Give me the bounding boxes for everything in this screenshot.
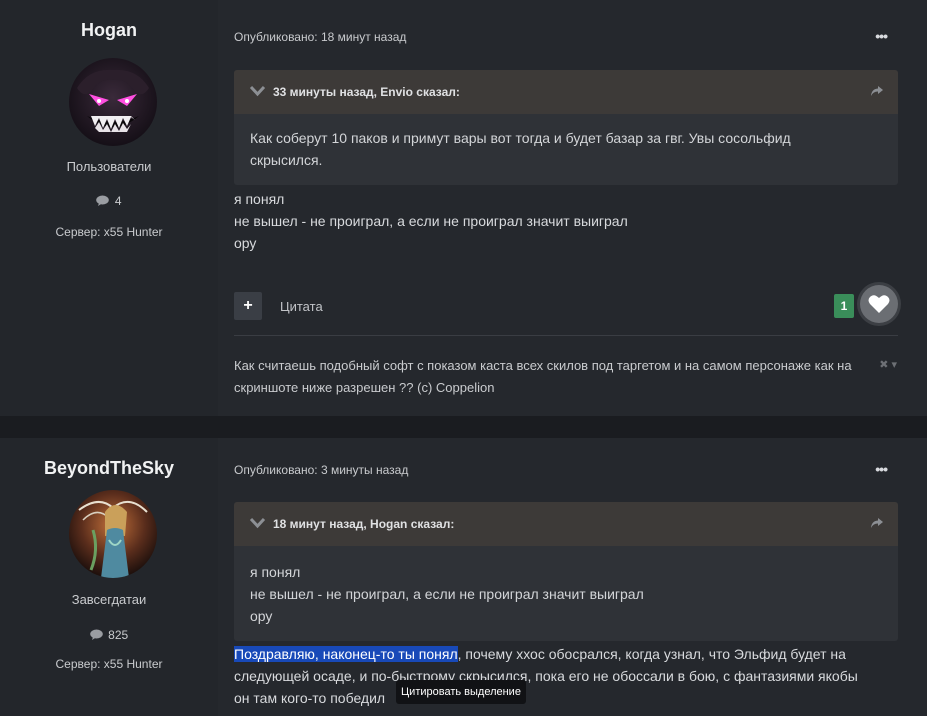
content-text: , почему ххос обосрался, когда узнал, чт… [457,646,846,662]
post-date[interactable]: Опубликовано: 18 минут назад [234,30,406,44]
author-group: Пользователи [66,159,152,174]
reaction-count-badge[interactable]: 1 [834,294,854,318]
content-line: он там кого-то победил [234,690,386,706]
quote-text: я понял не вышел - не проиграл, а если н… [234,546,898,641]
signature-line: скриншоте ниже разрешен ?? (c) Coppelion [234,380,495,395]
signature-line: Как считаешь подобный софт с показом кас… [234,358,852,373]
content-line: следующей осаде, и по-быстрому скрысился… [234,668,858,684]
quote-line: ору [250,608,273,624]
post-body: Опубликовано: 3 минуты назад ••• 18 мину… [218,438,927,716]
quote-block: 18 минут назад, Hogan сказал: я понял не… [234,502,898,641]
comment-icon [96,195,110,206]
author-server: Сервер: x55 Hunter [55,225,163,239]
selected-text[interactable]: Поздравляю, наконец-то ты понял [234,646,458,662]
post-count: 4 [0,194,218,208]
post-actions: + Цитата 1 [234,285,898,323]
author-group: Завсегдатаи [71,592,147,607]
quote-line: Как соберут 10 паков и примут вары вот т… [250,130,791,146]
comment-icon [90,629,103,640]
quote-header[interactable]: 33 минуты назад, Envio сказал: [234,70,898,114]
avatar[interactable] [69,58,157,146]
post-date[interactable]: Опубликовано: 3 минуты назад [234,463,408,477]
author-server: Сервер: x55 Hunter [55,657,163,671]
post-body: Опубликовано: 18 минут назад ••• 33 мину… [218,0,927,416]
post-hogan: Hogan Пользователи 4 Сервер: x55 Hunter … [0,0,927,416]
content-line: не вышел - не проиграл, а если не проигр… [234,213,628,229]
like-button[interactable] [860,285,898,323]
heart-icon [868,295,890,313]
quote-header[interactable]: 18 минут назад, Hogan сказал: [234,502,898,546]
quote-line: скрысился. [250,152,323,168]
post-count-value: 825 [108,628,129,642]
post-menu-button[interactable]: ••• [875,461,888,477]
chevron-down-icon[interactable] [250,516,265,530]
post-content: Поздравляю, наконец-то ты понял, почему … [234,643,898,709]
content-line: ору [234,235,257,251]
quote-line: я понял [250,564,301,580]
signature-hide-control[interactable]: ✖ ▾ [879,358,897,371]
post-count-value: 4 [114,194,122,208]
post-separator [0,416,927,438]
content-line: Поздравляю, наконец-то ты понял, почему … [234,643,898,665]
fantasy-woman-avatar-icon [69,490,157,578]
share-arrow-icon[interactable] [870,517,884,529]
author-name[interactable]: BeyondTheSky [0,458,218,479]
demon-grin-avatar-icon [69,58,157,146]
signature-divider [234,335,898,336]
quote-block: 33 минуты назад, Envio сказал: Как собер… [234,70,898,185]
post-content: я понял не вышел - не проиграл, а если н… [234,188,898,254]
quote-line: не вышел - не проиграл, а если не проигр… [250,586,644,602]
signature: Как считаешь подобный софт с показом кас… [234,355,874,399]
quote-text: Как соберут 10 паков и примут вары вот т… [234,114,898,185]
multiquote-button[interactable]: + [234,292,262,320]
post-menu-button[interactable]: ••• [875,28,888,44]
share-arrow-icon[interactable] [870,85,884,97]
content-line: я понял [234,191,285,207]
quote-button[interactable]: Цитата [280,299,323,314]
author-name[interactable]: Hogan [0,20,218,41]
post-beyondthesky: BeyondTheSky Завсегдатаи 825 Сервер: x55… [0,438,927,716]
avatar[interactable] [69,490,157,578]
author-panel: BeyondTheSky Завсегдатаи 825 Сервер: x55… [0,438,218,716]
author-panel: Hogan Пользователи 4 Сервер: x55 Hunter [0,0,218,416]
quote-title: 18 минут назад, Hogan сказал: [273,517,455,531]
quote-selection-tooltip[interactable]: Цитировать выделение [396,680,526,704]
post-count: 825 [0,628,218,642]
chevron-down-icon[interactable] [250,84,265,98]
quote-title: 33 минуты назад, Envio сказал: [273,85,460,99]
